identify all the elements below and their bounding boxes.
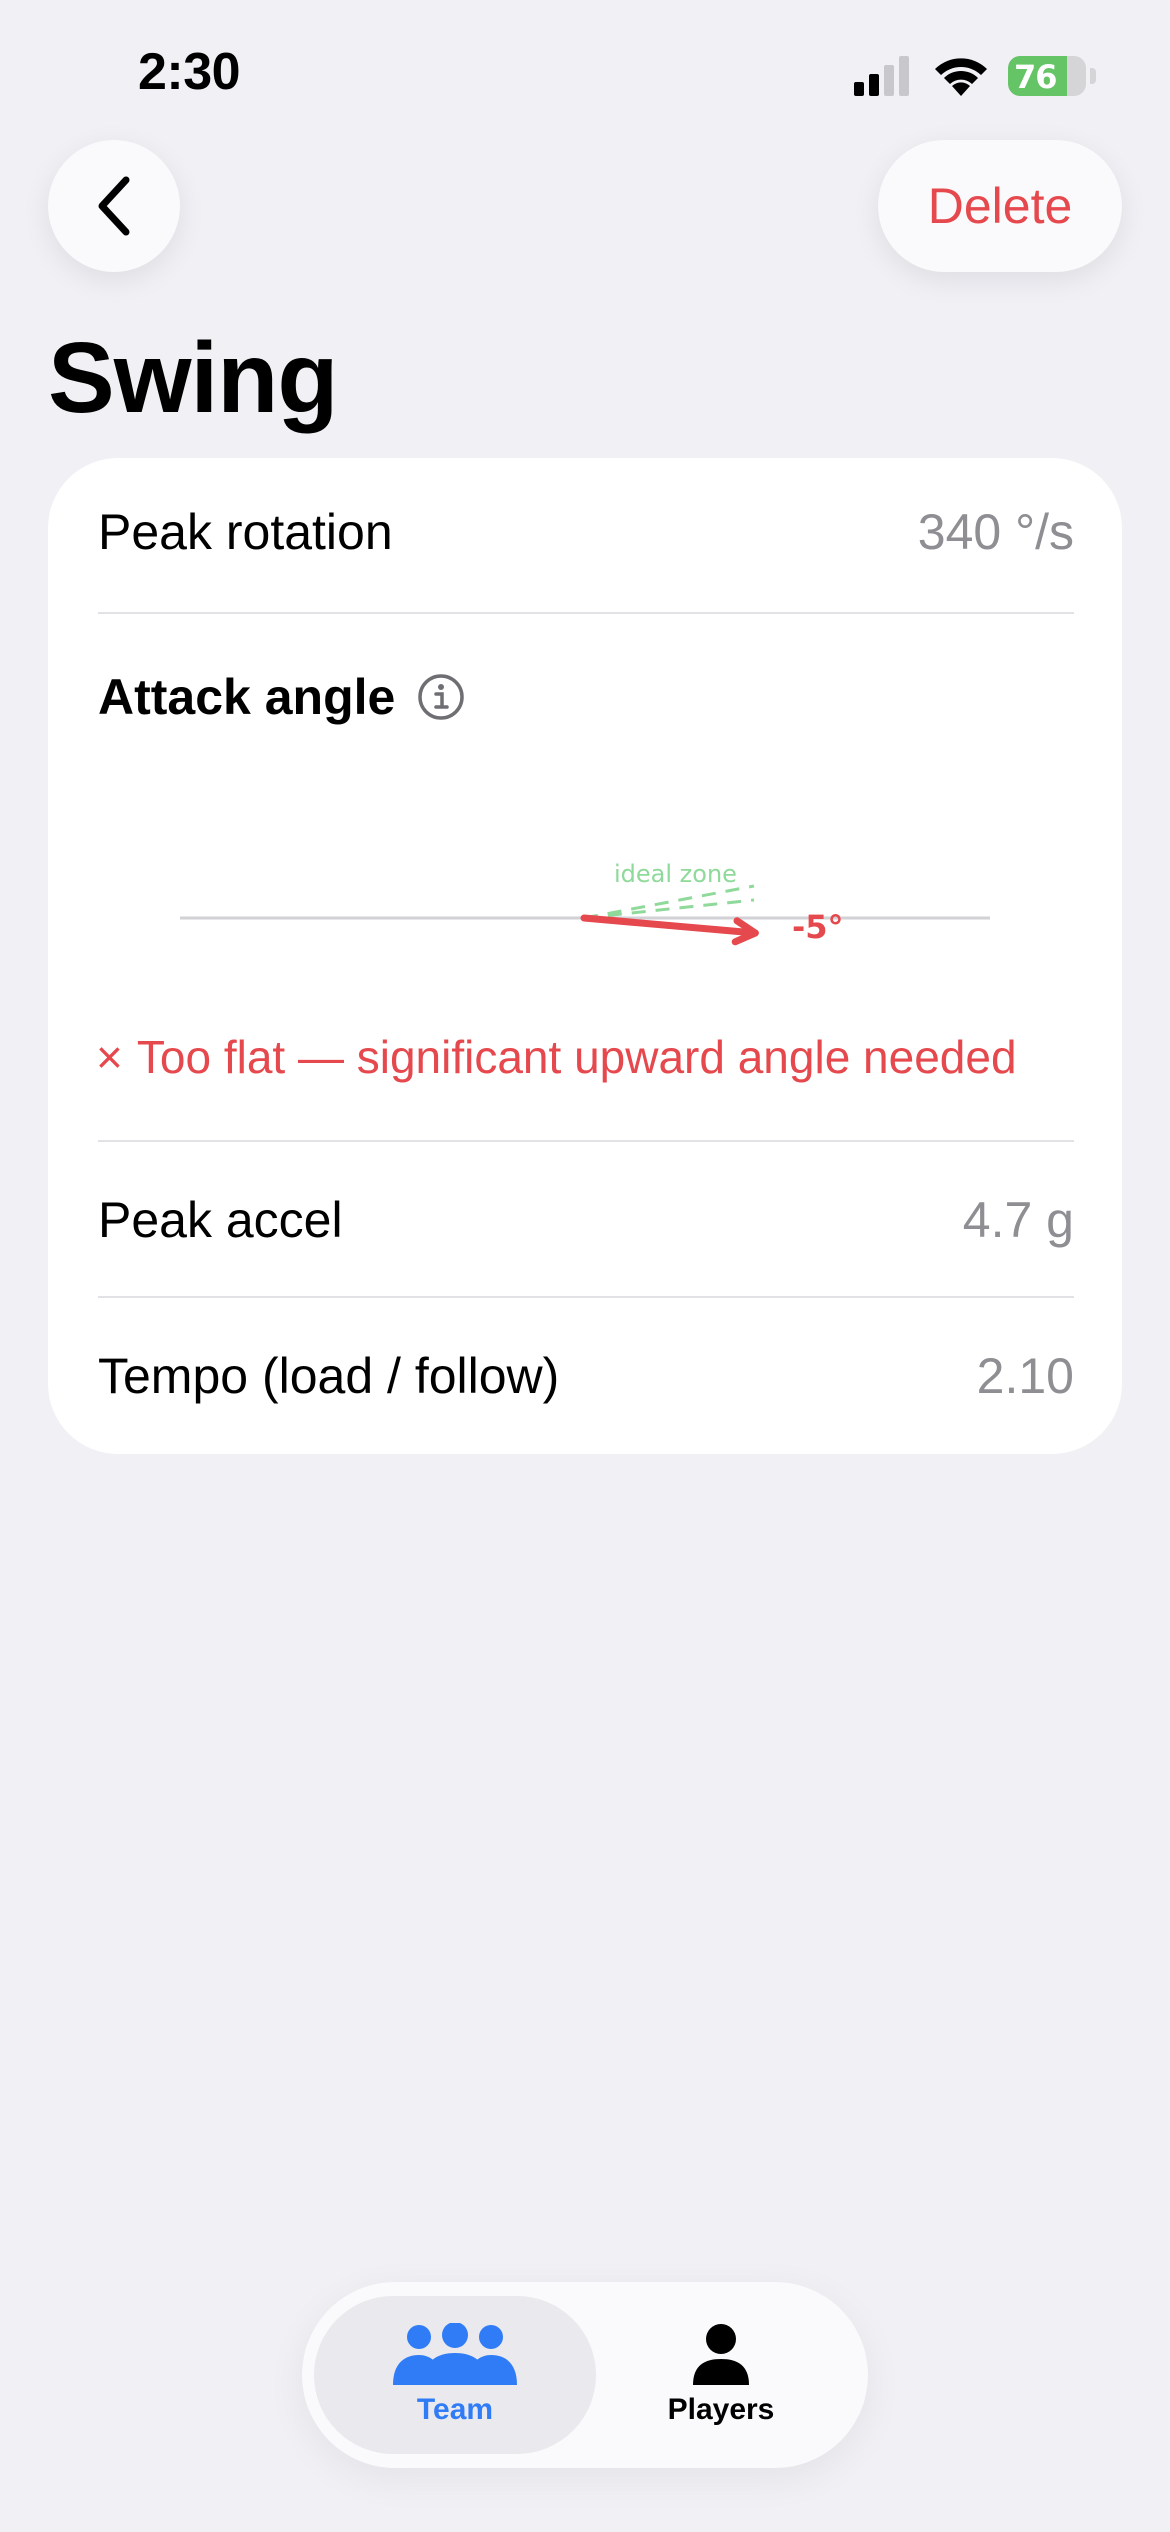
peak-accel-value: 4.7 g	[962, 1192, 1074, 1248]
peak-accel-row: Peak accel 4.7 g	[98, 1180, 1074, 1260]
chevron-left-icon	[98, 176, 130, 236]
tab-team-label: Team	[416, 2393, 494, 2426]
peak-rotation-label: Peak rotation	[98, 504, 393, 560]
tempo-label: Tempo (load / follow)	[98, 1348, 560, 1404]
tab-team[interactable]: Team	[314, 2296, 596, 2454]
divider	[98, 1140, 1074, 1142]
divider	[98, 1296, 1074, 1298]
peak-rotation-value: 340 °/s	[917, 504, 1074, 560]
attack-angle-value: -5°	[792, 908, 844, 946]
tab-players[interactable]: Players	[580, 2296, 862, 2454]
ideal-zone-label: ideal zone	[614, 860, 737, 888]
swing-metrics-card: Peak rotation 340 °/s Attack angle ideal…	[48, 458, 1122, 1454]
ideal-zone-lower-line	[583, 898, 755, 920]
peak-rotation-row: Peak rotation 340 °/s	[98, 492, 1074, 572]
attack-angle-diagram: ideal zone -5°	[180, 860, 990, 946]
back-button[interactable]	[48, 140, 180, 272]
attack-angle-feedback: × Too flat — significant upward angle ne…	[96, 1030, 1017, 1084]
tempo-row: Tempo (load / follow) 2.10	[98, 1336, 1074, 1416]
battery-icon: 76	[1008, 56, 1086, 96]
tab-players-label: Players	[667, 2393, 775, 2426]
status-time: 2:30	[138, 43, 241, 101]
attack-angle-arrow	[580, 914, 759, 937]
attack-angle-label: Attack angle	[98, 669, 396, 725]
peak-accel-label: Peak accel	[98, 1192, 343, 1248]
delete-button[interactable]: Delete	[878, 140, 1122, 272]
tab-bar: Team Players	[302, 2282, 868, 2468]
attack-angle-header: Attack angle	[98, 668, 465, 726]
page-title: Swing	[48, 322, 338, 434]
wifi-icon	[935, 58, 987, 96]
team-icon	[393, 2323, 517, 2385]
tempo-value: 2.10	[976, 1348, 1074, 1404]
feedback-text: Too flat — significant upward angle need…	[136, 1031, 1017, 1083]
divider	[98, 612, 1074, 614]
person-icon	[693, 2324, 749, 2385]
battery-cap	[1090, 68, 1096, 84]
cellular-signal-icon	[854, 56, 909, 96]
battery-percent: 76	[1014, 58, 1058, 96]
info-icon[interactable]	[417, 673, 465, 721]
feedback-x-icon: ×	[96, 1031, 123, 1083]
